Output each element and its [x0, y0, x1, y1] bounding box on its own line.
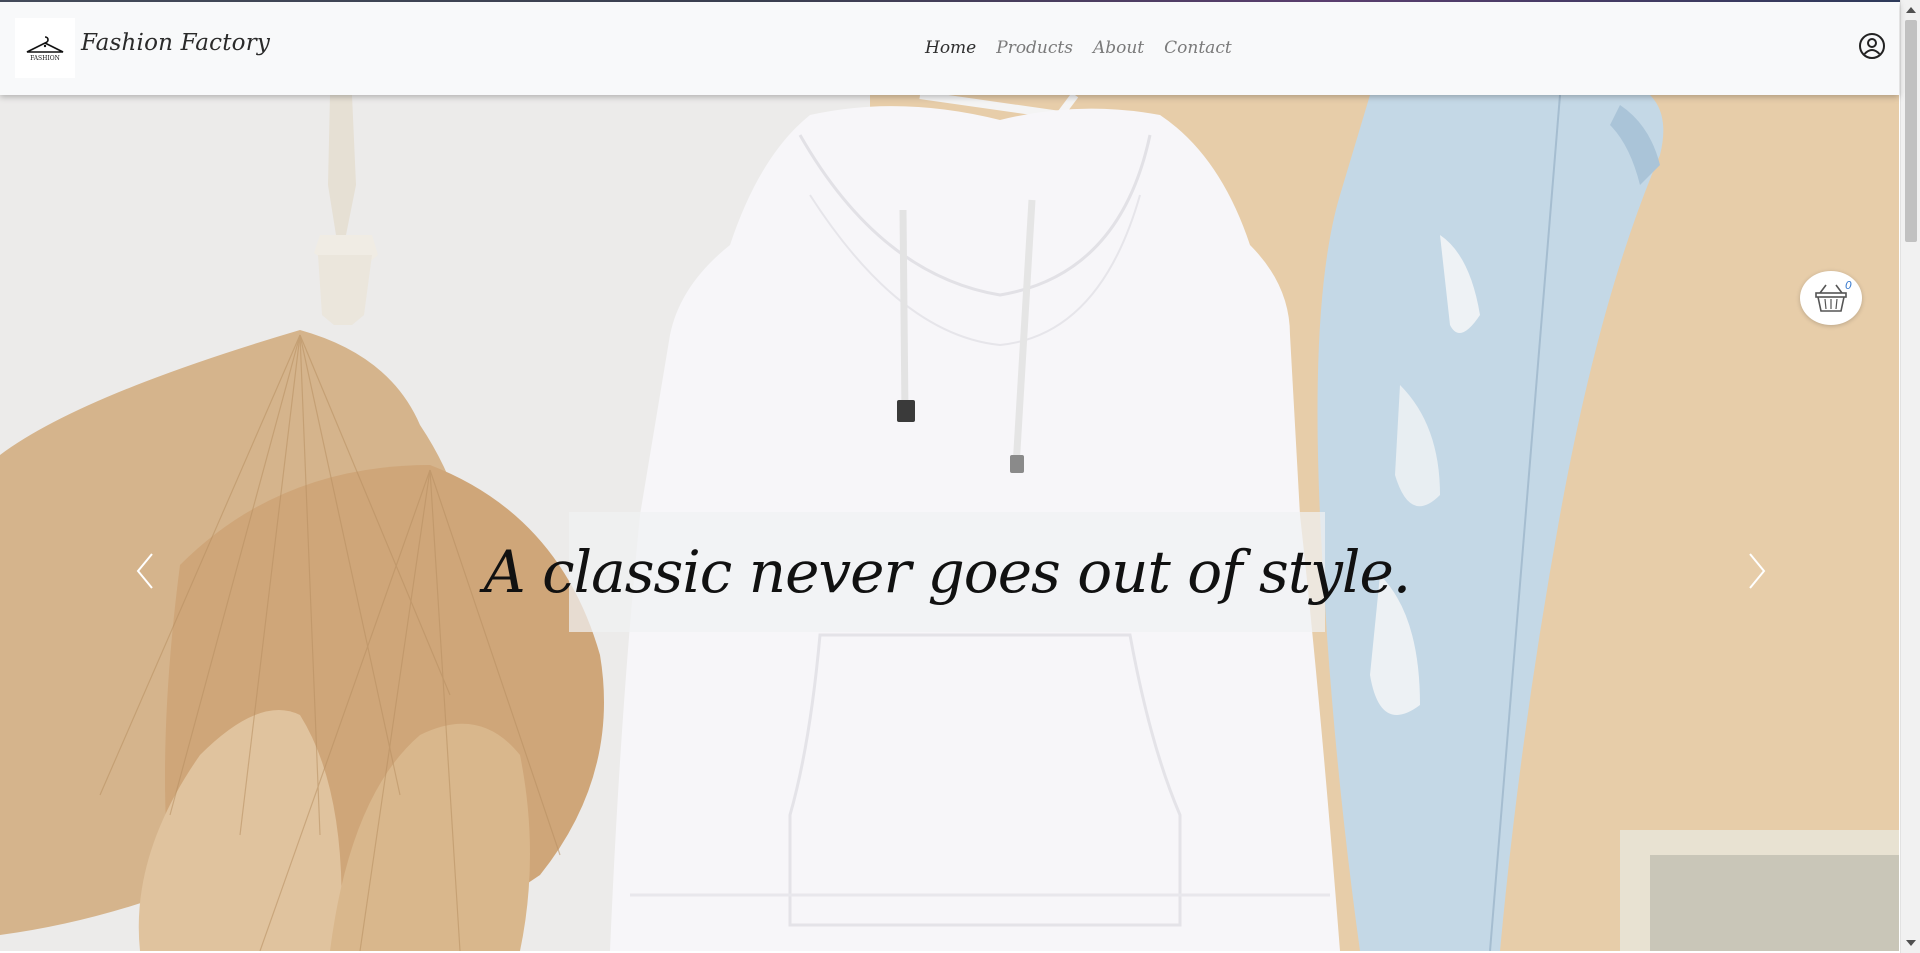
- scroll-up-arrow-icon[interactable]: [1901, 2, 1920, 18]
- basket-icon: [1815, 284, 1847, 312]
- chevron-right-icon: [1749, 553, 1766, 589]
- carousel-prev-button[interactable]: [130, 550, 160, 592]
- logo[interactable]: FASHION: [15, 18, 75, 78]
- brand-name[interactable]: Fashion Factory: [81, 30, 270, 56]
- cart-button[interactable]: 0: [1800, 271, 1862, 325]
- site-header: FASHION Fashion Factory Home Products Ab…: [0, 2, 1899, 95]
- main-nav: Home Products About Contact: [925, 38, 1232, 58]
- logo-text: FASHION: [30, 55, 60, 62]
- nav-products[interactable]: Products: [996, 38, 1073, 58]
- carousel-next-button[interactable]: [1742, 550, 1772, 592]
- top-accent-line: [0, 0, 1900, 2]
- scrollbar-thumb[interactable]: [1905, 20, 1917, 242]
- cart-count-badge: 0: [1845, 279, 1852, 292]
- hero-caption-text: A classic never goes out of style.: [483, 538, 1411, 606]
- scroll-down-arrow-icon[interactable]: [1901, 935, 1920, 951]
- vertical-scrollbar[interactable]: [1900, 0, 1920, 953]
- hanger-logo-icon: FASHION: [26, 36, 64, 62]
- page: FASHION Fashion Factory Home Products Ab…: [0, 0, 1920, 953]
- nav-contact[interactable]: Contact: [1164, 38, 1232, 58]
- hero-caption: A classic never goes out of style.: [484, 512, 1411, 632]
- nav-about[interactable]: About: [1093, 38, 1144, 58]
- nav-home[interactable]: Home: [925, 38, 976, 58]
- hero-carousel: A classic never goes out of style. 0: [0, 95, 1899, 951]
- user-circle-icon[interactable]: [1858, 32, 1886, 60]
- chevron-left-icon: [136, 553, 153, 589]
